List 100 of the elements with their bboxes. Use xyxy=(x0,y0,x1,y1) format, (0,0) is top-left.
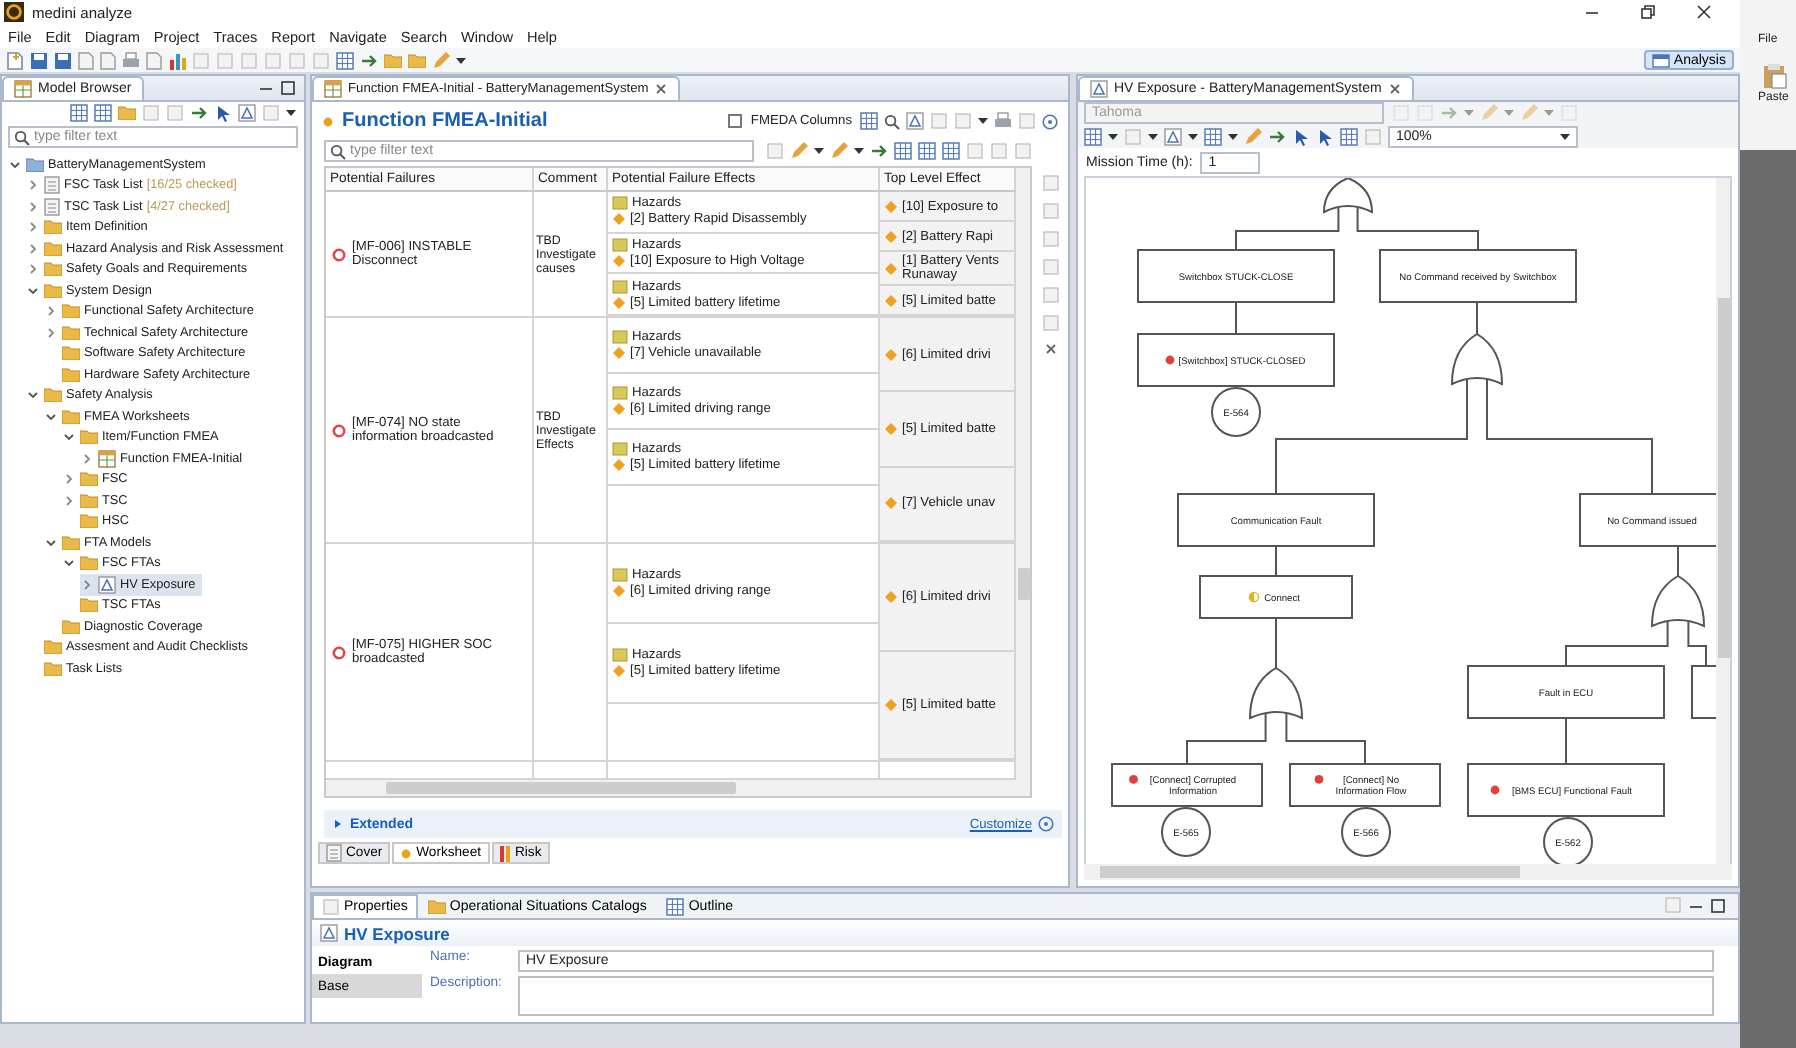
expander-icon[interactable] xyxy=(62,493,76,508)
or-gate[interactable] xyxy=(1651,575,1705,627)
dot-icon xyxy=(400,847,413,859)
event-box[interactable] xyxy=(1111,763,1263,807)
arrow-right-icon[interactable] xyxy=(190,104,208,122)
diamond-icon xyxy=(612,664,626,678)
folder-icon[interactable] xyxy=(118,106,136,120)
printer-icon[interactable] xyxy=(122,51,140,69)
diamond-icon xyxy=(612,402,626,416)
connector-line xyxy=(1565,619,1669,667)
expander-icon[interactable] xyxy=(44,304,58,319)
grid-icon[interactable] xyxy=(894,142,912,160)
diamond-icon xyxy=(612,584,626,598)
grid-icon xyxy=(666,898,685,916)
cursor-icon[interactable] xyxy=(214,104,232,122)
diagram-icon xyxy=(98,575,116,594)
expander-icon[interactable] xyxy=(26,178,40,193)
expander-icon[interactable] xyxy=(26,241,40,256)
new-file-icon[interactable] xyxy=(6,51,24,69)
expander-icon[interactable] xyxy=(62,556,76,571)
event-circle[interactable] xyxy=(1341,807,1391,857)
grid-icon[interactable] xyxy=(94,104,112,122)
diamond-icon xyxy=(612,346,626,360)
save-icon[interactable] xyxy=(30,51,48,69)
expander-icon[interactable] xyxy=(62,472,76,487)
expand-icon[interactable] xyxy=(332,818,344,830)
status-icon xyxy=(322,115,334,127)
grid-icon[interactable] xyxy=(336,51,354,69)
event-box[interactable] xyxy=(1579,493,1716,547)
diamond-icon xyxy=(884,229,898,243)
grid-icon[interactable] xyxy=(70,104,88,122)
close-icon[interactable] xyxy=(1387,82,1402,96)
bar-chart-icon[interactable] xyxy=(168,51,186,69)
arrow-right-icon[interactable] xyxy=(1268,127,1286,145)
grid-icon[interactable] xyxy=(1084,127,1102,145)
diamond-icon xyxy=(612,254,626,268)
list-icon xyxy=(326,844,342,862)
event-box[interactable] xyxy=(1137,249,1335,303)
document-icon[interactable] xyxy=(146,51,162,69)
connector-line xyxy=(1677,545,1679,577)
grid-icon[interactable] xyxy=(918,142,936,160)
expander-icon[interactable] xyxy=(26,262,40,277)
event-circle[interactable] xyxy=(1211,387,1261,437)
close-icon[interactable] xyxy=(654,82,669,96)
search-icon xyxy=(330,144,346,160)
grid-icon[interactable] xyxy=(1204,127,1222,145)
hazard-folder-icon xyxy=(612,648,628,662)
delete-icon[interactable] xyxy=(1043,342,1057,356)
diamond-icon xyxy=(884,590,898,604)
maximize-icon[interactable] xyxy=(1710,897,1726,913)
grid-icon[interactable] xyxy=(860,112,878,130)
event-box[interactable] xyxy=(1467,665,1665,719)
failure-dot-icon xyxy=(1129,775,1138,784)
event-circle[interactable] xyxy=(1161,807,1211,857)
expander-icon[interactable] xyxy=(26,388,40,403)
search-icon xyxy=(14,130,30,146)
risk-icon xyxy=(499,845,512,861)
diagram-icon[interactable] xyxy=(1164,127,1182,145)
or-gate[interactable] xyxy=(1323,178,1373,213)
expander-icon[interactable] xyxy=(80,451,94,466)
expander-icon[interactable] xyxy=(8,157,22,172)
search-icon[interactable] xyxy=(884,113,900,129)
arrow-right-icon[interactable] xyxy=(360,51,378,69)
half-circle-icon xyxy=(1248,591,1260,603)
hazard-folder-icon xyxy=(612,568,628,582)
expander-icon[interactable] xyxy=(26,220,40,235)
event-box[interactable] xyxy=(1177,493,1375,547)
restore-icon[interactable] xyxy=(1640,4,1656,20)
connector-line xyxy=(1186,711,1267,765)
save-icon[interactable] xyxy=(54,51,72,69)
checkbox[interactable] xyxy=(728,114,743,128)
help-icon xyxy=(1038,816,1054,832)
hazard-folder-icon xyxy=(612,386,628,400)
or-gate[interactable] xyxy=(1451,333,1503,385)
event-box[interactable] xyxy=(1379,249,1577,303)
diagram-icon[interactable] xyxy=(906,112,924,130)
expander-icon[interactable] xyxy=(26,283,40,298)
expander-icon[interactable] xyxy=(44,325,58,340)
event-box[interactable] xyxy=(1137,333,1335,387)
table-icon xyxy=(324,80,342,98)
printer-icon[interactable] xyxy=(994,112,1012,130)
hazard-folder-icon xyxy=(612,442,628,456)
expander-icon[interactable] xyxy=(44,535,58,550)
failure-dot-icon xyxy=(1314,775,1324,784)
expander-icon[interactable] xyxy=(44,409,58,424)
event-box[interactable] xyxy=(1289,763,1441,807)
connector-line xyxy=(1285,711,1366,765)
maximize-icon[interactable] xyxy=(280,80,296,96)
diamond-icon xyxy=(884,698,898,712)
connector-line xyxy=(1275,617,1277,669)
arrow-right-icon[interactable] xyxy=(870,142,888,160)
grid-icon[interactable] xyxy=(1340,127,1358,145)
diagram-icon[interactable] xyxy=(238,104,256,122)
help-icon[interactable] xyxy=(1042,113,1058,129)
event-box[interactable] xyxy=(1199,575,1353,619)
grid-icon[interactable] xyxy=(942,142,960,160)
close-icon[interactable] xyxy=(1696,4,1712,20)
expander-icon[interactable] xyxy=(26,199,40,214)
or-gate[interactable] xyxy=(1249,667,1303,719)
expander-icon[interactable] xyxy=(62,430,76,445)
